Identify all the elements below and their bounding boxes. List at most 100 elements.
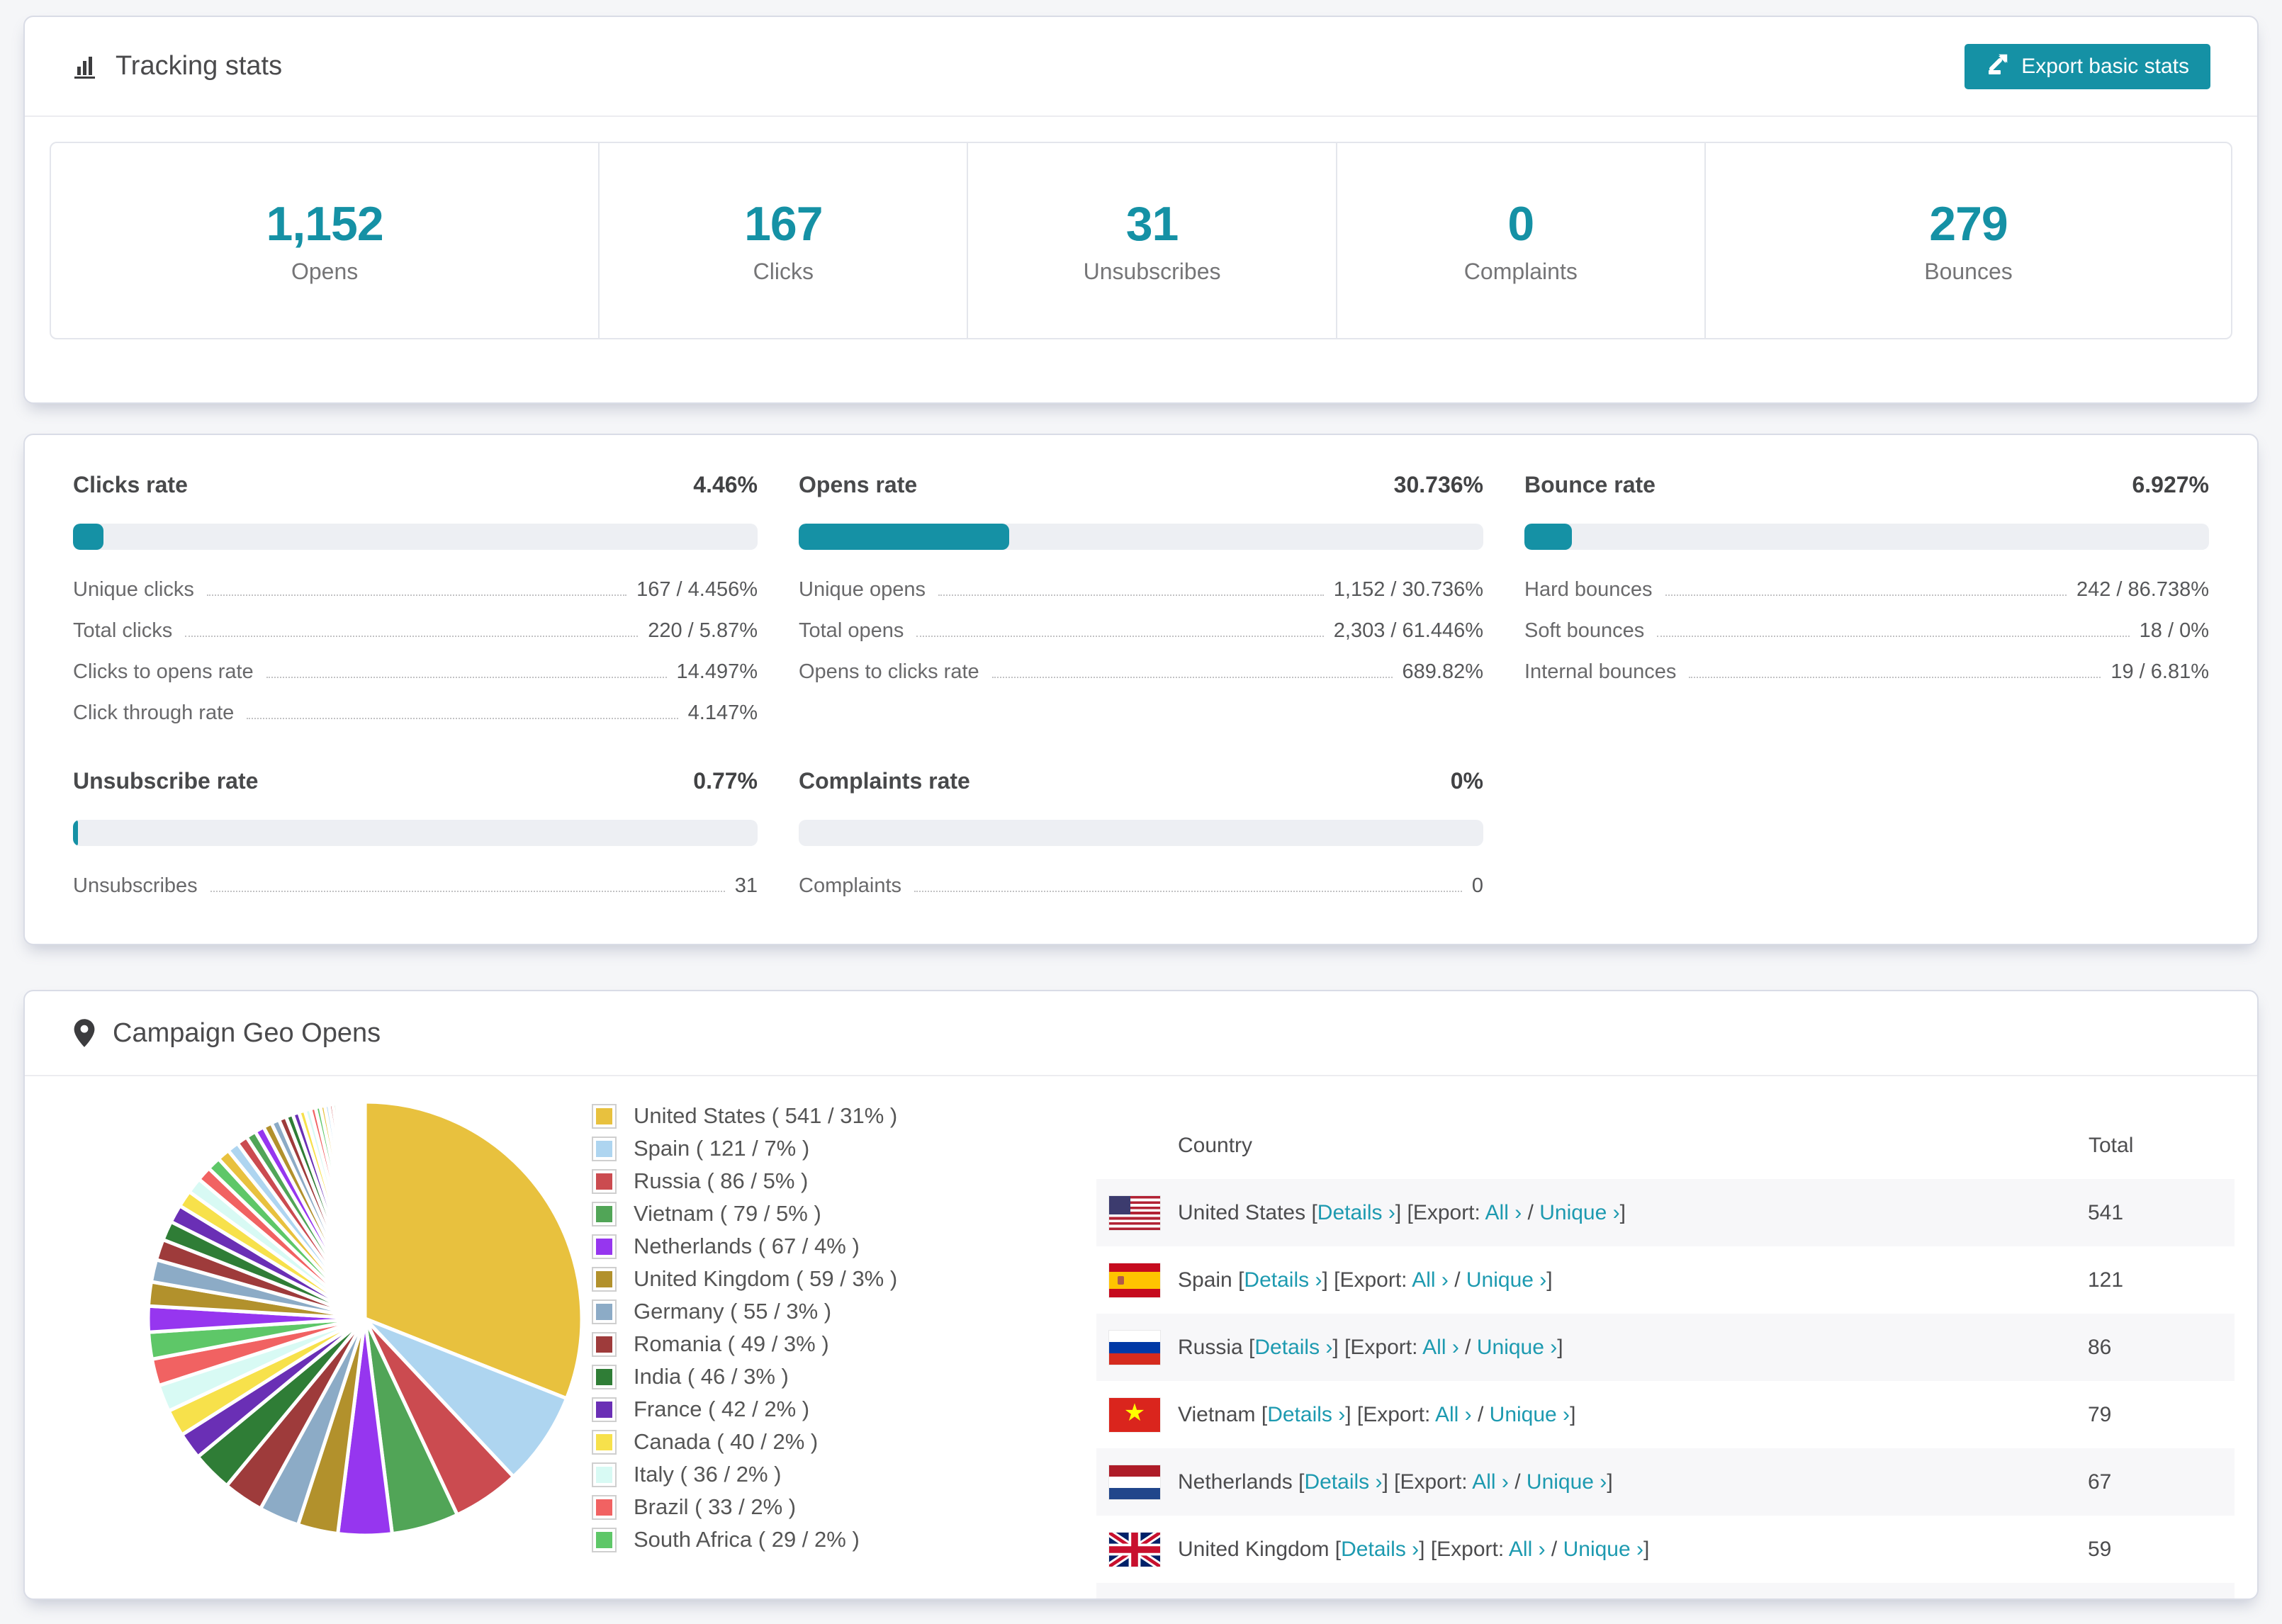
stat-value: 0 xyxy=(1507,197,1534,251)
export-unique-link[interactable]: Unique › xyxy=(1466,1268,1546,1292)
details-link[interactable]: Details › xyxy=(1304,1470,1382,1494)
summary-stats-box: 1,152 Opens 167 Clicks 31 Unsubscribes 0 Compla… xyxy=(50,142,2232,339)
legend-item[interactable]: Romania ( 49 / 3% ) xyxy=(592,1331,1031,1357)
stat-row: Unsubscribes 31 xyxy=(73,874,758,915)
legend-swatch xyxy=(592,1494,617,1520)
legend-label: Russia ( 86 / 5% ) xyxy=(634,1168,809,1193)
country-flag-uk xyxy=(1109,1532,1160,1567)
legend-item[interactable]: United States ( 541 / 31% ) xyxy=(592,1103,1031,1129)
stat-row: Opens to clicks rate 689.82% xyxy=(799,660,1483,701)
export-all-link[interactable]: All › xyxy=(1412,1268,1449,1292)
legend-item[interactable]: South Africa ( 29 / 2% ) xyxy=(592,1527,1031,1552)
dotted-leader xyxy=(914,891,1462,892)
legend-swatch xyxy=(592,1234,617,1259)
dotted-leader xyxy=(991,677,1393,678)
details-link[interactable]: Details › xyxy=(1317,1201,1395,1224)
rate-rows: Complaints 0 xyxy=(799,874,1483,915)
country-row-text: United Kingdom [Details ›] [Export: All … xyxy=(1178,1537,1650,1561)
stat-label: Clicks xyxy=(753,259,814,284)
legend-swatch xyxy=(592,1299,617,1324)
legend-item[interactable]: Canada ( 40 / 2% ) xyxy=(592,1429,1031,1455)
dotted-leader xyxy=(185,636,639,637)
row-label: Soft bounces xyxy=(1524,619,1645,642)
legend-swatch xyxy=(592,1168,617,1194)
rate-rows: Unique opens 1,152 / 30.736% Total opens 2,… xyxy=(799,578,1483,701)
geo-title-group: Campaign Geo Opens xyxy=(72,1017,381,1049)
legend-item[interactable]: Russia ( 86 / 5% ) xyxy=(592,1168,1031,1194)
export-all-link[interactable]: All › xyxy=(1472,1470,1509,1494)
details-link[interactable]: Details › xyxy=(1244,1268,1322,1292)
country-cell: Germany [Details ›] [Export: All › / Uni… xyxy=(1096,1583,2088,1601)
export-unique-link[interactable]: Unique › xyxy=(1477,1336,1557,1359)
export-unique-link[interactable]: Unique › xyxy=(1539,1201,1619,1224)
row-label: Unique clicks xyxy=(73,578,194,601)
dotted-leader xyxy=(210,891,725,892)
country-name: Vietnam xyxy=(1178,1402,1261,1426)
country-name: United Kingdom xyxy=(1178,1537,1335,1561)
stat-label: Complaints xyxy=(1463,259,1578,284)
legend-item[interactable]: India ( 46 / 3% ) xyxy=(592,1364,1031,1389)
export-unique-link[interactable]: Unique › xyxy=(1490,1403,1570,1426)
export-unique-link[interactable]: Unique › xyxy=(1563,1538,1643,1561)
rate-value: 4.46% xyxy=(693,472,758,497)
country-cell: Russia [Details ›] [Export: All › / Uniq… xyxy=(1096,1314,2088,1381)
export-all-link[interactable]: All › xyxy=(1435,1403,1472,1426)
legend-swatch xyxy=(592,1364,617,1389)
export-all-link[interactable]: All › xyxy=(1422,1336,1459,1359)
dotted-leader xyxy=(938,594,1324,596)
dotted-leader xyxy=(247,718,678,719)
country-cell: United States [Details ›] [Export: All ›… xyxy=(1096,1179,2088,1246)
export-all-link[interactable]: All › xyxy=(1485,1201,1522,1224)
geo-body: United States ( 541 / 31% ) Spain ( 121 /… xyxy=(25,1076,2257,1601)
row-label: Internal bounces xyxy=(1524,660,1677,683)
stat-value: 1,152 xyxy=(266,197,384,251)
dotted-leader xyxy=(206,594,627,596)
export-all-link[interactable]: All › xyxy=(1509,1538,1546,1561)
legend-item[interactable]: Brazil ( 33 / 2% ) xyxy=(592,1494,1031,1520)
geo-table: Country Total United States [Details ›] … xyxy=(1096,1112,2235,1601)
stat-row: Total opens 2,303 / 61.446% xyxy=(799,619,1483,660)
row-value: 689.82% xyxy=(1402,660,1484,683)
legend-swatch xyxy=(592,1201,617,1227)
export-unique-link[interactable]: Unique › xyxy=(1527,1470,1607,1494)
export-basic-stats-button[interactable]: Export basic stats xyxy=(1965,43,2210,89)
details-link[interactable]: Details › xyxy=(1254,1336,1332,1359)
legend-swatch xyxy=(592,1266,617,1292)
legend-item[interactable]: Netherlands ( 67 / 4% ) xyxy=(592,1234,1031,1259)
dotted-leader xyxy=(916,636,1324,637)
geo-table-wrap: Country Total United States [Details ›] … xyxy=(1096,1112,2235,1601)
details-link[interactable]: Details › xyxy=(1341,1538,1419,1561)
stat-value: 279 xyxy=(1929,197,2008,251)
legend-item[interactable]: Italy ( 36 / 2% ) xyxy=(592,1462,1031,1487)
rate-head: Clicks rate 4.46% xyxy=(73,472,758,498)
country-flag-nl xyxy=(1109,1465,1160,1499)
row-value: 220 / 5.87% xyxy=(648,619,758,642)
rate-value: 30.736% xyxy=(1393,472,1483,497)
legend-item[interactable]: United Kingdom ( 59 / 3% ) xyxy=(592,1266,1031,1292)
country-row-text: Vietnam [Details ›] [Export: All › / Uni… xyxy=(1178,1402,1576,1426)
tracking-stats-title-group: Tracking stats xyxy=(72,51,282,81)
details-link[interactable]: Details › xyxy=(1267,1403,1345,1426)
legend-item[interactable]: France ( 42 / 2% ) xyxy=(592,1397,1031,1422)
tracking-stats-card: Tracking stats Export basic stats 1,152 O… xyxy=(23,16,2259,404)
stat-row: Internal bounces 19 / 6.81% xyxy=(1524,660,2209,701)
pie-slice-other[interactable] xyxy=(361,1100,367,1319)
legend-item[interactable]: Germany ( 55 / 3% ) xyxy=(592,1299,1031,1324)
rate-head: Unsubscribe rate 0.77% xyxy=(73,768,758,794)
country-cell: Spain [Details ›] [Export: All › / Uniqu… xyxy=(1096,1246,2088,1314)
legend-label: India ( 46 / 3% ) xyxy=(634,1364,789,1389)
legend-label: Italy ( 36 / 2% ) xyxy=(634,1462,782,1487)
legend-item[interactable]: Spain ( 121 / 7% ) xyxy=(592,1136,1031,1161)
country-cell: Netherlands [Details ›] [Export: All › /… xyxy=(1096,1448,2088,1516)
geo-header: Campaign Geo Opens xyxy=(25,991,2257,1076)
legend-item[interactable]: Vietnam ( 79 / 5% ) xyxy=(592,1201,1031,1227)
rate-section-clicks-rate: Clicks rate 4.46% Unique clicks 167 / 4.456… xyxy=(73,472,758,743)
country-flag-ru xyxy=(1109,1330,1160,1365)
row-value: 2,303 / 61.446% xyxy=(1333,619,1483,642)
stat-row: Unique clicks 167 / 4.456% xyxy=(73,578,758,619)
country-flag-de xyxy=(1109,1600,1160,1601)
legend-label: United States ( 541 / 31% ) xyxy=(634,1103,898,1128)
stat-label: Opens xyxy=(291,259,359,284)
rate-title: Bounce rate xyxy=(1524,472,1656,497)
total-value: 86 xyxy=(2088,1335,2112,1359)
